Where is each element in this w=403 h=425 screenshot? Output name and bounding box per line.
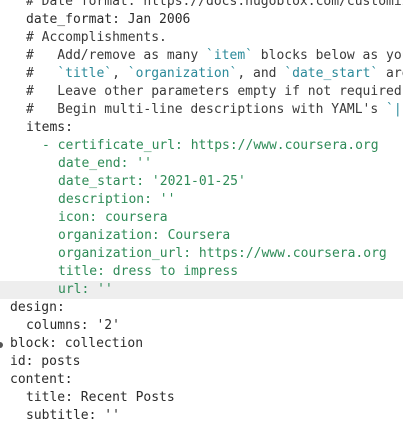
code-line[interactable]: # Accomplishments. <box>0 29 403 47</box>
code-line[interactable]: date_format: Jan 2006 <box>0 11 403 29</box>
code-line[interactable]: subtitle: '' <box>0 407 403 425</box>
code-content: block: collection <box>10 335 143 353</box>
yaml-value: '' <box>128 156 152 171</box>
comment-part: # <box>26 66 58 81</box>
code-line[interactable]: block: collection <box>0 335 403 353</box>
code-line[interactable]: design: <box>0 299 403 317</box>
code-content: url: '' <box>58 281 113 299</box>
yaml-value: dress to impress <box>104 264 239 279</box>
code-content: title: Recent Posts <box>26 389 175 407</box>
code-content: - certificate_url: https://www.coursera.… <box>42 137 379 155</box>
inline-code: `title` <box>57 66 113 81</box>
comment-text: # Add/remove as many `item` blocks below… <box>26 47 403 65</box>
yaml-value: https://www.coursera.org <box>191 246 387 261</box>
yaml-key: content: <box>10 372 73 387</box>
code-line[interactable]: icon: coursera <box>0 209 403 227</box>
code-line[interactable]: id: posts <box>0 353 403 371</box>
comment-text: # Date format: https://docs.hugoblox.com… <box>26 0 403 9</box>
yaml-value: '2021-01-25' <box>144 174 246 189</box>
yaml-key: block: <box>10 336 57 351</box>
yaml-key: organization: <box>58 228 160 243</box>
yaml-key: title: <box>26 390 73 405</box>
code-line[interactable]: date_end: '' <box>0 155 403 173</box>
inline-code: `| <box>386 102 402 117</box>
code-content: organization: Coursera <box>58 227 230 245</box>
code-content: description: '' <box>58 191 175 209</box>
comment-text: # Leave other parameters empty if not re… <box>26 84 403 99</box>
yaml-value: '2' <box>88 318 120 333</box>
yaml-key: date_format: <box>26 12 120 27</box>
code-content: icon: coursera <box>58 209 168 227</box>
yaml-value: coursera <box>97 210 168 225</box>
comment-text: # `title`, `organization`, and `date_sta… <box>26 65 403 83</box>
comment-part: , and <box>237 66 285 81</box>
code-content: title: dress to impress <box>58 263 238 281</box>
yaml-value: Jan 2006 <box>119 12 191 27</box>
code-line[interactable]: content: <box>0 371 403 389</box>
yaml-key: url: <box>58 282 90 297</box>
code-content: content: <box>10 371 73 389</box>
yaml-key: items: <box>26 120 73 135</box>
code-line[interactable]: - certificate_url: https://www.coursera.… <box>0 137 403 155</box>
yaml-value: '' <box>89 282 113 297</box>
code-line[interactable]: columns: '2' <box>0 317 403 335</box>
yaml-key: date_start: <box>58 174 145 189</box>
comment-part: , <box>112 66 128 81</box>
yaml-key: icon: <box>58 210 98 225</box>
comment-part: # Add/remove as many <box>26 48 207 63</box>
code-content: date_end: '' <box>58 155 152 173</box>
comment-text: # Accomplishments. <box>26 30 167 45</box>
yaml-key: design: <box>10 300 65 315</box>
comment-text: # Begin multi-line descriptions with YAM… <box>26 101 402 119</box>
fold-marker-icon[interactable] <box>0 342 3 348</box>
yaml-value: Recent Posts <box>72 390 175 405</box>
comment-part: # Begin multi-line descriptions with YAM… <box>26 102 387 117</box>
code-editor[interactable]: # Date format: https://docs.hugoblox.com… <box>0 0 403 425</box>
yaml-key: columns: <box>26 318 89 333</box>
comment-part: are <box>386 66 403 81</box>
code-line[interactable]: organization: Coursera <box>0 227 403 245</box>
code-line[interactable]: title: Recent Posts <box>0 389 403 407</box>
code-line[interactable]: # Date format: https://docs.hugoblox.com… <box>0 0 403 11</box>
yaml-value: collection <box>56 336 144 351</box>
code-content: columns: '2' <box>26 317 120 335</box>
inline-code: `organization` <box>127 66 238 81</box>
yaml-key: certificate_url: <box>57 138 183 153</box>
list-dash: - <box>42 138 58 153</box>
yaml-key: date_end: <box>58 156 129 171</box>
yaml-value: posts <box>33 354 81 369</box>
code-line[interactable]: # Leave other parameters empty if not re… <box>0 83 403 101</box>
code-line[interactable]: # Add/remove as many `item` blocks below… <box>0 47 403 65</box>
yaml-key: title: <box>58 264 105 279</box>
inline-code: `item` <box>206 48 253 63</box>
inline-code: `date_start` <box>284 66 379 81</box>
code-content: date_format: Jan 2006 <box>26 11 190 29</box>
code-content: design: <box>10 299 65 317</box>
yaml-value: '' <box>151 192 176 207</box>
yaml-value: https://www.coursera.org <box>182 138 379 153</box>
yaml-key: organization_url: <box>58 246 192 261</box>
code-line[interactable]: date_start: '2021-01-25' <box>0 173 403 191</box>
comment-part: blocks below as you <box>252 48 403 63</box>
code-line[interactable]: # Begin multi-line descriptions with YAM… <box>0 101 403 119</box>
code-line[interactable]: description: '' <box>0 191 403 209</box>
code-line[interactable]: # `title`, `organization`, and `date_sta… <box>0 65 403 83</box>
code-content: items: <box>26 119 73 137</box>
code-content: id: posts <box>10 353 80 371</box>
code-line[interactable]: items: <box>0 119 403 137</box>
yaml-key: id: <box>10 354 34 369</box>
code-content: subtitle: '' <box>26 407 120 425</box>
yaml-value: Coursera <box>159 228 231 243</box>
yaml-key: description: <box>58 192 152 207</box>
code-content: date_start: '2021-01-25' <box>58 173 246 191</box>
code-line[interactable]: title: dress to impress <box>0 263 403 281</box>
current-line[interactable]: url: '' <box>0 281 403 299</box>
code-line[interactable]: organization_url: https://www.coursera.o… <box>0 245 403 263</box>
code-content: organization_url: https://www.coursera.o… <box>58 245 387 263</box>
